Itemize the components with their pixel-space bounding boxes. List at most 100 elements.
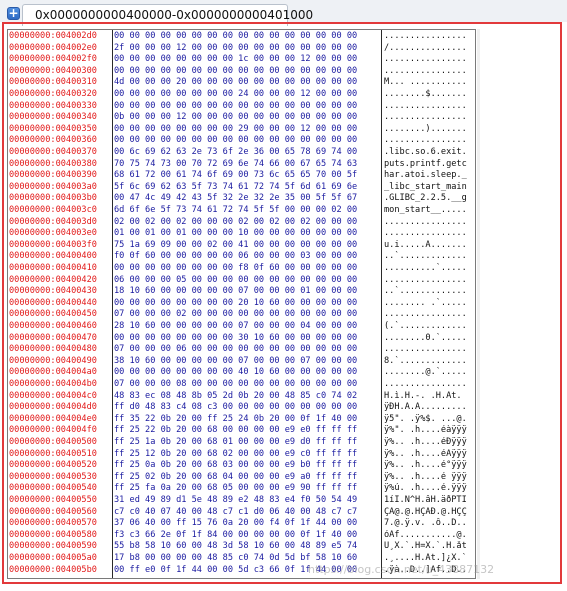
row-ascii[interactable]: ........$....... — [384, 89, 475, 100]
row-ascii[interactable]: ................ — [384, 275, 475, 286]
row-hex-bytes[interactable]: 38 10 60 00 00 00 00 00 07 00 00 00 07 0… — [114, 356, 357, 367]
hex-row[interactable]: 00000000:00400580 f3 c3 66 2e 0f 1f 84 00… — [8, 530, 475, 541]
row-ascii[interactable]: ........)....... — [384, 124, 475, 135]
hex-row[interactable]: 00000000:00400590 55 b8 58 10 60 00 48 3d… — [8, 541, 475, 552]
row-hex-bytes[interactable]: ff 35 22 0b 20 00 ff 25 24 0b 20 00 0f 1… — [114, 414, 357, 425]
row-ascii[interactable]: ................ — [384, 112, 475, 123]
row-hex-bytes[interactable]: f0 0f 60 00 00 00 00 00 06 00 00 00 03 0… — [114, 251, 357, 262]
row-ascii[interactable]: ÿ%ú. .h....é.ÿÿÿ — [384, 483, 475, 494]
row-hex-bytes[interactable]: 31 ed 49 89 d1 5e 48 89 e2 48 83 e4 f0 5… — [114, 495, 357, 506]
row-ascii[interactable]: ................ — [384, 217, 475, 228]
row-hex-bytes[interactable]: 00 6c 69 62 63 2e 73 6f 2e 36 00 65 78 6… — [114, 147, 357, 158]
row-hex-bytes[interactable]: ff 25 fa 0a 20 00 68 05 00 00 00 e9 90 f… — [114, 483, 357, 494]
hex-row[interactable]: 00000000:004004f0 ff 25 22 0b 20 00 68 00… — [8, 425, 475, 436]
row-ascii[interactable]: ÿ%.. .h....éÀÿÿÿ — [384, 449, 475, 460]
row-hex-bytes[interactable]: 68 61 72 00 61 74 6f 69 00 73 6c 65 65 7… — [114, 170, 357, 181]
hex-row[interactable]: 00000000:00400560 c7 c0 40 07 40 00 48 c7… — [8, 507, 475, 518]
row-hex-bytes[interactable]: 00 00 00 00 00 00 00 00 20 10 60 00 00 0… — [114, 298, 357, 309]
row-ascii[interactable]: ........ .`..... — [384, 298, 475, 309]
row-ascii[interactable]: _libc_start_main — [384, 182, 475, 193]
row-ascii[interactable]: ................ — [384, 31, 475, 42]
row-hex-bytes[interactable]: 01 00 01 00 01 00 00 00 10 00 00 00 00 0… — [114, 228, 357, 239]
row-hex-bytes[interactable]: 75 1a 69 09 00 00 02 00 41 00 00 00 00 0… — [114, 240, 357, 251]
row-ascii[interactable]: u.i.....A....... — [384, 240, 475, 251]
row-ascii[interactable]: mon_start__..... — [384, 205, 475, 216]
row-ascii[interactable]: ................ — [384, 228, 475, 239]
hex-row[interactable]: 00000000:004004b0 07 00 00 00 08 00 00 00… — [8, 379, 475, 390]
row-ascii[interactable]: ........@.`..... — [384, 367, 475, 378]
row-hex-bytes[interactable]: 6d 6f 6e 5f 73 74 61 72 74 5f 5f 00 00 0… — [114, 205, 357, 216]
row-ascii[interactable]: H.ì.H.-. .H.Àt. — [384, 391, 475, 402]
hex-row[interactable]: 00000000:00400470 00 00 00 00 00 00 00 00… — [8, 333, 475, 344]
row-ascii[interactable]: óÃf...........@. — [384, 530, 475, 541]
hex-row[interactable]: 00000000:00400420 06 00 00 00 05 00 00 00… — [8, 275, 475, 286]
row-hex-bytes[interactable]: ff 25 12 0b 20 00 68 02 00 00 00 e9 c0 f… — [114, 449, 357, 460]
hex-row[interactable]: 00000000:00400460 28 10 60 00 00 00 00 00… — [8, 321, 475, 332]
row-ascii[interactable]: ................ — [384, 135, 475, 146]
row-hex-bytes[interactable]: 00 00 00 00 00 00 00 00 29 00 00 00 12 0… — [114, 124, 357, 135]
row-ascii[interactable]: ÿÐH.Ä.Ã......... — [384, 402, 475, 413]
row-ascii[interactable]: 7.@.ÿ.v. .ô..D.. — [384, 518, 475, 529]
row-hex-bytes[interactable]: 07 00 00 00 02 00 00 00 00 00 00 00 00 0… — [114, 309, 357, 320]
row-hex-bytes[interactable]: 00 00 00 00 00 00 00 00 1c 00 00 00 12 0… — [114, 54, 357, 65]
hex-row[interactable]: 00000000:00400480 07 00 00 00 06 00 00 00… — [8, 344, 475, 355]
row-ascii[interactable]: ÿ%". .h....éàÿÿÿ — [384, 425, 475, 436]
row-ascii[interactable]: ÿ%.. .h....é°ÿÿÿ — [384, 460, 475, 471]
hex-view[interactable]: 00000000:004002d0 00 00 00 00 00 00 00 00… — [7, 29, 476, 579]
row-hex-bytes[interactable]: 00 47 4c 49 42 43 5f 32 2e 32 2e 35 00 5… — [114, 193, 357, 204]
hex-row[interactable]: 00000000:004003b0 00 47 4c 49 42 43 5f 32… — [8, 193, 475, 204]
row-hex-bytes[interactable]: 70 75 74 73 00 70 72 69 6e 74 66 00 67 6… — [114, 159, 357, 170]
hex-row[interactable]: 00000000:00400320 00 00 00 00 00 00 00 00… — [8, 89, 475, 100]
hex-row[interactable]: 00000000:00400500 ff 25 1a 0b 20 00 68 01… — [8, 437, 475, 448]
row-hex-bytes[interactable]: 48 83 ec 08 48 8b 05 2d 0b 20 00 48 85 c… — [114, 391, 357, 402]
new-tab-icon[interactable]: + — [7, 7, 20, 20]
hex-row[interactable]: 00000000:004004c0 48 83 ec 08 48 8b 05 2d… — [8, 391, 475, 402]
row-ascii[interactable]: ..`............. — [384, 286, 475, 297]
row-ascii[interactable]: ................ — [384, 309, 475, 320]
hex-row[interactable]: 00000000:004003c0 6d 6f 6e 5f 73 74 61 72… — [8, 205, 475, 216]
hex-row[interactable]: 00000000:004002f0 00 00 00 00 00 00 00 00… — [8, 54, 475, 65]
row-hex-bytes[interactable]: 00 00 00 00 00 00 00 00 24 00 00 00 12 0… — [114, 89, 357, 100]
hex-row[interactable]: 00000000:004002e0 2f 00 00 00 12 00 00 00… — [8, 43, 475, 54]
row-ascii[interactable]: M... ........... — [384, 77, 475, 88]
hex-row[interactable]: 00000000:00400510 ff 25 12 0b 20 00 68 02… — [8, 449, 475, 460]
row-ascii[interactable]: puts.printf.getc — [384, 159, 475, 170]
row-hex-bytes[interactable]: 00 00 00 00 00 00 00 00 f8 0f 60 00 00 0… — [114, 263, 357, 274]
row-hex-bytes[interactable]: 00 00 00 00 00 00 00 00 00 00 00 00 00 0… — [114, 101, 357, 112]
hex-row[interactable]: 00000000:004004e0 ff 35 22 0b 20 00 ff 25… — [8, 414, 475, 425]
hex-row[interactable]: 00000000:00400520 ff 25 0a 0b 20 00 68 03… — [8, 460, 475, 471]
hex-row[interactable]: 00000000:004003a0 5f 6c 69 62 63 5f 73 74… — [8, 182, 475, 193]
row-hex-bytes[interactable]: 2f 00 00 00 12 00 00 00 00 00 00 00 00 0… — [114, 43, 357, 54]
hex-row[interactable]: 00000000:00400450 07 00 00 00 02 00 00 00… — [8, 309, 475, 320]
row-hex-bytes[interactable]: 4d 00 00 00 20 00 00 00 00 00 00 00 00 0… — [114, 77, 357, 88]
row-ascii[interactable]: /............... — [384, 43, 475, 54]
row-hex-bytes[interactable]: c7 c0 40 07 40 00 48 c7 c1 d0 06 40 00 4… — [114, 507, 357, 518]
row-hex-bytes[interactable]: 07 00 00 00 06 00 00 00 00 00 00 00 00 0… — [114, 344, 357, 355]
row-hex-bytes[interactable]: 00 00 00 00 00 00 00 00 00 00 00 00 00 0… — [114, 31, 357, 42]
row-ascii[interactable]: U¸X.`.H=X.`.H.åt — [384, 541, 475, 552]
row-hex-bytes[interactable]: 00 00 00 00 00 00 00 00 00 00 00 00 00 0… — [114, 135, 357, 146]
row-ascii[interactable]: ................ — [384, 54, 475, 65]
row-ascii[interactable]: .GLIBC_2.2.5.__g — [384, 193, 475, 204]
row-hex-bytes[interactable]: 00 00 00 00 00 00 00 00 30 10 60 00 00 0… — [114, 333, 357, 344]
row-hex-bytes[interactable]: 02 00 02 00 02 00 00 00 02 00 02 00 02 0… — [114, 217, 357, 228]
hex-row[interactable]: 00000000:00400400 f0 0f 60 00 00 00 00 00… — [8, 251, 475, 262]
hex-row[interactable]: 00000000:00400330 00 00 00 00 00 00 00 00… — [8, 101, 475, 112]
row-hex-bytes[interactable]: 37 06 40 00 ff 15 76 0a 20 00 f4 0f 1f 4… — [114, 518, 357, 529]
hex-row[interactable]: 00000000:004004a0 00 00 00 00 00 00 00 00… — [8, 367, 475, 378]
row-hex-bytes[interactable]: 07 00 00 00 08 00 00 00 00 00 00 00 00 0… — [114, 379, 357, 390]
hex-row[interactable]: 00000000:00400340 0b 00 00 00 12 00 00 00… — [8, 112, 475, 123]
row-hex-bytes[interactable]: 28 10 60 00 00 00 00 00 07 00 00 00 04 0… — [114, 321, 357, 332]
row-hex-bytes[interactable]: ff d0 48 83 c4 08 c3 00 00 00 00 00 00 0… — [114, 402, 357, 413]
hex-row[interactable]: 00000000:004004d0 ff d0 48 83 c4 08 c3 00… — [8, 402, 475, 413]
hex-row[interactable]: 00000000:00400430 18 10 60 00 00 00 00 00… — [8, 286, 475, 297]
row-ascii[interactable]: ................ — [384, 101, 475, 112]
row-ascii[interactable]: ÿ5". .ÿ%$. ...@. — [384, 414, 475, 425]
row-hex-bytes[interactable]: 5f 6c 69 62 63 5f 73 74 61 72 74 5f 6d 6… — [114, 182, 357, 193]
row-hex-bytes[interactable]: ff 25 22 0b 20 00 68 00 00 00 00 e9 e0 f… — [114, 425, 357, 436]
hex-row[interactable]: 00000000:004003f0 75 1a 69 09 00 00 02 00… — [8, 240, 475, 251]
hex-row[interactable]: 00000000:00400490 38 10 60 00 00 00 00 00… — [8, 356, 475, 367]
row-hex-bytes[interactable]: f3 c3 66 2e 0f 1f 84 00 00 00 00 00 0f 1… — [114, 530, 357, 541]
hex-row[interactable]: 00000000:00400530 ff 25 02 0b 20 00 68 04… — [8, 472, 475, 483]
row-ascii[interactable]: ÿ%.. .h....éÐÿÿÿ — [384, 437, 475, 448]
